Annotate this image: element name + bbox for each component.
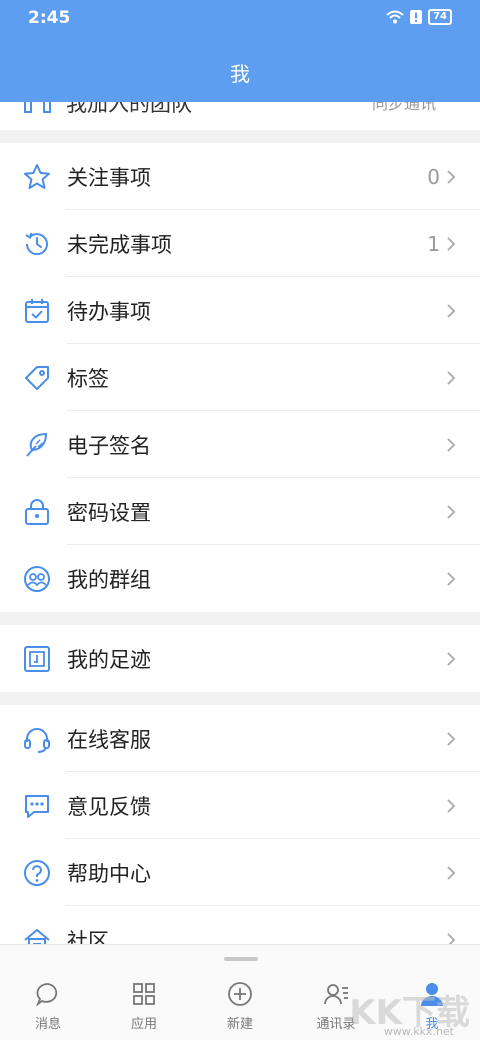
menu-item-label: 意见反馈 bbox=[67, 794, 151, 819]
menu-item-community[interactable]: 社区 bbox=[0, 906, 480, 944]
menu-item-service[interactable]: 在线客服 bbox=[0, 705, 480, 772]
tab-label: 消息 bbox=[34, 1017, 61, 1032]
chevron-right-icon bbox=[447, 303, 456, 318]
chevron-right-icon bbox=[447, 798, 456, 813]
community-house-icon bbox=[24, 928, 50, 944]
menu-item-count: 0 bbox=[427, 164, 440, 189]
menu-item-todo[interactable]: 待办事项 bbox=[0, 277, 480, 344]
partial-row-value: 同步通讯 bbox=[371, 102, 436, 113]
chevron-right-icon bbox=[447, 865, 456, 880]
menu-item-count: 1 bbox=[427, 231, 440, 256]
status-icons: 74 bbox=[386, 9, 452, 25]
menu-item-tags[interactable]: 标签 bbox=[0, 344, 480, 411]
tab-apps[interactable]: 应用 bbox=[96, 981, 192, 1032]
alert-icon bbox=[410, 10, 423, 24]
team-icon bbox=[24, 102, 51, 113]
lock-icon bbox=[25, 498, 49, 525]
menu-item-label: 帮助中心 bbox=[67, 861, 151, 886]
group-icon bbox=[24, 565, 50, 592]
menu-item-label: 未完成事项 bbox=[67, 232, 172, 257]
menu-item-label: 标签 bbox=[67, 366, 109, 391]
battery-indicator: 74 bbox=[428, 9, 452, 25]
calendar-check-icon bbox=[25, 298, 49, 323]
chevron-right-icon bbox=[447, 571, 456, 586]
chevron-right-icon bbox=[447, 731, 456, 746]
menu-item-groups[interactable]: 我的群组 bbox=[0, 545, 480, 612]
menu-item-feedback[interactable]: 意见反馈 bbox=[0, 772, 480, 839]
chevron-right-icon bbox=[447, 504, 456, 519]
menu-item-label: 关注事项 bbox=[67, 165, 151, 190]
footprint-icon bbox=[24, 645, 50, 672]
app-header: 2:45 74 我 bbox=[0, 0, 480, 102]
tag-icon bbox=[25, 365, 49, 390]
menu-item-label: 在线客服 bbox=[67, 727, 151, 752]
menu-item-label: 密码设置 bbox=[67, 500, 151, 525]
chevron-right-icon bbox=[447, 437, 456, 452]
plus-circle-icon bbox=[228, 982, 252, 1006]
partial-row[interactable]: 我加入的团队 同步通讯 bbox=[0, 102, 480, 130]
tab-label: 新建 bbox=[226, 1017, 253, 1032]
tab-label: 应用 bbox=[130, 1017, 157, 1032]
tab-messages[interactable]: 消息 bbox=[0, 981, 96, 1032]
partial-row-label: 我加入的团队 bbox=[66, 102, 192, 116]
star-icon bbox=[24, 163, 50, 189]
menu-item-label: 我的足迹 bbox=[67, 647, 151, 672]
headset-icon bbox=[24, 727, 50, 753]
history-icon bbox=[25, 232, 48, 255]
menu-item-label: 社区 bbox=[67, 928, 109, 945]
settings-list[interactable]: 我加入的团队 同步通讯 关注事项 0 未完成事项 1 待办事项 标签 电子签名 … bbox=[0, 102, 480, 944]
contacts-icon bbox=[324, 984, 348, 1005]
chevron-right-icon bbox=[447, 651, 456, 666]
menu-item-password[interactable]: 密码设置 bbox=[0, 478, 480, 545]
help-circle-icon bbox=[24, 859, 50, 886]
page-title: 我 bbox=[230, 62, 250, 86]
drag-handle[interactable] bbox=[224, 957, 258, 961]
menu-group-3: 在线客服 意见反馈 帮助中心 社区 bbox=[0, 705, 480, 944]
chevron-right-icon bbox=[447, 169, 456, 184]
menu-item-label: 我的群组 bbox=[67, 567, 151, 592]
menu-item-label: 电子签名 bbox=[67, 433, 151, 458]
tab-new[interactable]: 新建 bbox=[192, 981, 288, 1032]
menu-item-help[interactable]: 帮助中心 bbox=[0, 839, 480, 906]
chevron-right-icon bbox=[447, 932, 456, 944]
signature-feather-icon bbox=[26, 432, 48, 457]
chevron-right-icon bbox=[447, 236, 456, 251]
bottom-tab-bar: 消息 应用 新建 通讯录 我 KK下载 www.kkx.net bbox=[0, 944, 480, 1040]
menu-group-2: 我的足迹 bbox=[0, 625, 480, 692]
chevron-right-icon bbox=[447, 370, 456, 385]
menu-item-esign[interactable]: 电子签名 bbox=[0, 411, 480, 478]
menu-item-follow[interactable]: 关注事项 0 bbox=[0, 143, 480, 210]
menu-item-unfinished[interactable]: 未完成事项 1 bbox=[0, 210, 480, 277]
watermark-url: www.kkx.net bbox=[383, 1025, 454, 1038]
chat-dots-icon bbox=[25, 794, 49, 818]
chat-bubble-icon bbox=[35, 983, 58, 1007]
menu-item-label: 待办事项 bbox=[67, 299, 151, 324]
menu-item-footprint[interactable]: 我的足迹 bbox=[0, 625, 480, 692]
grid-icon bbox=[133, 983, 155, 1005]
wifi-icon bbox=[386, 10, 404, 24]
status-time: 2:45 bbox=[28, 8, 71, 28]
menu-group-1: 关注事项 0 未完成事项 1 待办事项 标签 电子签名 密码设置 我的群组 bbox=[0, 143, 480, 612]
